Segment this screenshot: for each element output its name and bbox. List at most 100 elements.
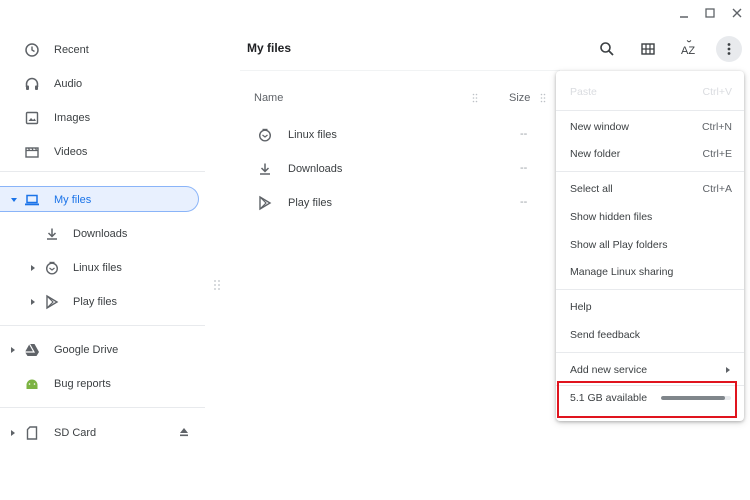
- drive-icon: [25, 343, 39, 356]
- menu-item-label: Select all: [570, 183, 613, 195]
- sidebar-item-label: Audio: [54, 78, 83, 90]
- sidebar-item-label: Images: [54, 112, 91, 124]
- sort-button[interactable]: AZ: [676, 36, 702, 62]
- image-icon: [25, 111, 39, 125]
- file-size: --: [520, 162, 528, 174]
- file-size: --: [520, 128, 528, 140]
- sidebar-item-linux-files[interactable]: Linux files: [0, 253, 205, 283]
- file-name: Linux files: [288, 129, 337, 141]
- sidebar-item-audio[interactable]: Audio: [0, 69, 205, 99]
- minimize-button[interactable]: [674, 4, 694, 22]
- menu-item-new-window[interactable]: New window Ctrl+N: [556, 114, 744, 140]
- more-options-button[interactable]: [716, 36, 742, 62]
- grid-view-button[interactable]: [635, 36, 661, 62]
- menu-item-label: New folder: [570, 148, 621, 160]
- file-size: --: [520, 196, 528, 208]
- headphones-icon: [25, 77, 39, 90]
- menu-item-show-hidden-files[interactable]: Show hidden files: [556, 204, 744, 230]
- more-options-menu: Paste Ctrl+V New window Ctrl+N New folde…: [556, 71, 744, 421]
- android-icon: [26, 379, 38, 389]
- menu-item-label: Show hidden files: [570, 211, 653, 223]
- chevron-right-icon[interactable]: [9, 346, 17, 354]
- grid-view-icon: [641, 43, 655, 55]
- more-vert-icon: [727, 43, 731, 55]
- sidebar-item-my-files[interactable]: My files: [0, 185, 199, 215]
- column-resize-handle[interactable]: [540, 93, 546, 103]
- sidebar-item-label: Bug reports: [54, 378, 111, 390]
- close-icon: [732, 8, 742, 18]
- minimize-icon: [680, 16, 688, 18]
- play-store-icon: [46, 294, 59, 310]
- chevron-right-icon[interactable]: [9, 429, 17, 437]
- storage-usage-bar: [661, 396, 731, 400]
- sidebar-item-sd-card[interactable]: SD Card: [0, 418, 205, 448]
- laptop-icon: [25, 194, 39, 206]
- menu-item-label: Send feedback: [570, 329, 641, 341]
- sidebar-divider: [0, 407, 205, 408]
- sort-az-icon: AZ: [681, 40, 695, 57]
- table-row[interactable]: Linux files --: [240, 118, 555, 152]
- menu-item-help[interactable]: Help: [556, 294, 744, 320]
- menu-divider: [556, 171, 744, 172]
- header-divider: [240, 70, 560, 71]
- close-button[interactable]: [727, 4, 747, 22]
- sidebar-divider: [0, 171, 205, 172]
- menu-item-label: Add new service: [570, 364, 648, 376]
- maximize-icon: [705, 8, 715, 18]
- chevron-right-icon[interactable]: [29, 264, 37, 272]
- menu-item-show-all-play-folders[interactable]: Show all Play folders: [556, 232, 744, 258]
- file-name: Play files: [288, 197, 333, 209]
- sidebar-item-label: Linux files: [73, 262, 122, 274]
- sidebar-item-label: Videos: [54, 146, 88, 158]
- sidebar-item-videos[interactable]: Videos: [0, 137, 205, 167]
- sidebar-item-images[interactable]: Images: [0, 103, 205, 133]
- chevron-down-icon[interactable]: [10, 196, 18, 204]
- search-button[interactable]: [594, 36, 620, 62]
- menu-item-shortcut: Ctrl+N: [701, 121, 732, 133]
- menu-item-select-all[interactable]: Select all Ctrl+A: [556, 176, 744, 202]
- sidebar-item-label: My files: [54, 194, 92, 206]
- sidebar-item-label: Downloads: [73, 228, 128, 240]
- download-icon: [47, 228, 57, 240]
- sort-label: AZ: [681, 45, 695, 57]
- menu-item-manage-linux-sharing[interactable]: Manage Linux sharing: [556, 259, 744, 285]
- sidebar-item-label: Google Drive: [54, 344, 119, 356]
- play-store-icon: [259, 195, 272, 211]
- menu-item-paste: Paste Ctrl+V: [556, 79, 744, 105]
- video-icon: [25, 147, 39, 158]
- column-header-name[interactable]: Name: [254, 92, 283, 104]
- sidebar-item-label: Recent: [54, 44, 89, 56]
- sidebar-item-label: SD Card: [54, 427, 97, 439]
- linux-icon: [45, 261, 59, 275]
- column-resize-handle[interactable]: [472, 93, 478, 103]
- menu-item-add-new-service[interactable]: Add new service: [556, 357, 744, 383]
- sidebar-item-downloads[interactable]: Downloads: [0, 219, 205, 249]
- sidebar-item-recent[interactable]: Recent: [0, 35, 205, 65]
- search-icon: [600, 42, 614, 56]
- table-row[interactable]: Downloads --: [240, 152, 555, 186]
- menu-item-send-feedback[interactable]: Send feedback: [556, 322, 744, 348]
- menu-item-new-folder[interactable]: New folder Ctrl+E: [556, 141, 744, 167]
- menu-item-label: Paste: [570, 86, 597, 98]
- eject-icon[interactable]: [178, 426, 190, 438]
- sidebar-item-play-files[interactable]: Play files: [0, 287, 205, 317]
- sidebar-item-label: Play files: [73, 296, 118, 308]
- sidebar-item-google-drive[interactable]: Google Drive: [0, 335, 205, 365]
- menu-item-label: Manage Linux sharing: [570, 266, 674, 278]
- table-row[interactable]: Play files --: [240, 186, 555, 220]
- sidebar-resize-handle[interactable]: [213, 279, 221, 291]
- menu-item-label: Help: [570, 301, 592, 313]
- maximize-button[interactable]: [700, 4, 720, 22]
- menu-divider: [556, 289, 744, 290]
- chevron-right-icon: [726, 367, 730, 373]
- sd-card-icon: [26, 426, 38, 440]
- linux-icon: [258, 128, 272, 142]
- menu-item-shortcut: Ctrl+A: [702, 183, 732, 195]
- clock-icon: [25, 43, 39, 57]
- menu-divider: [556, 352, 744, 353]
- menu-item-label: Show all Play folders: [570, 239, 668, 251]
- column-header-size[interactable]: Size: [509, 92, 530, 104]
- sidebar-item-bug-reports[interactable]: Bug reports: [0, 369, 205, 399]
- chevron-right-icon[interactable]: [29, 298, 37, 306]
- menu-item-shortcut: Ctrl+E: [702, 148, 732, 160]
